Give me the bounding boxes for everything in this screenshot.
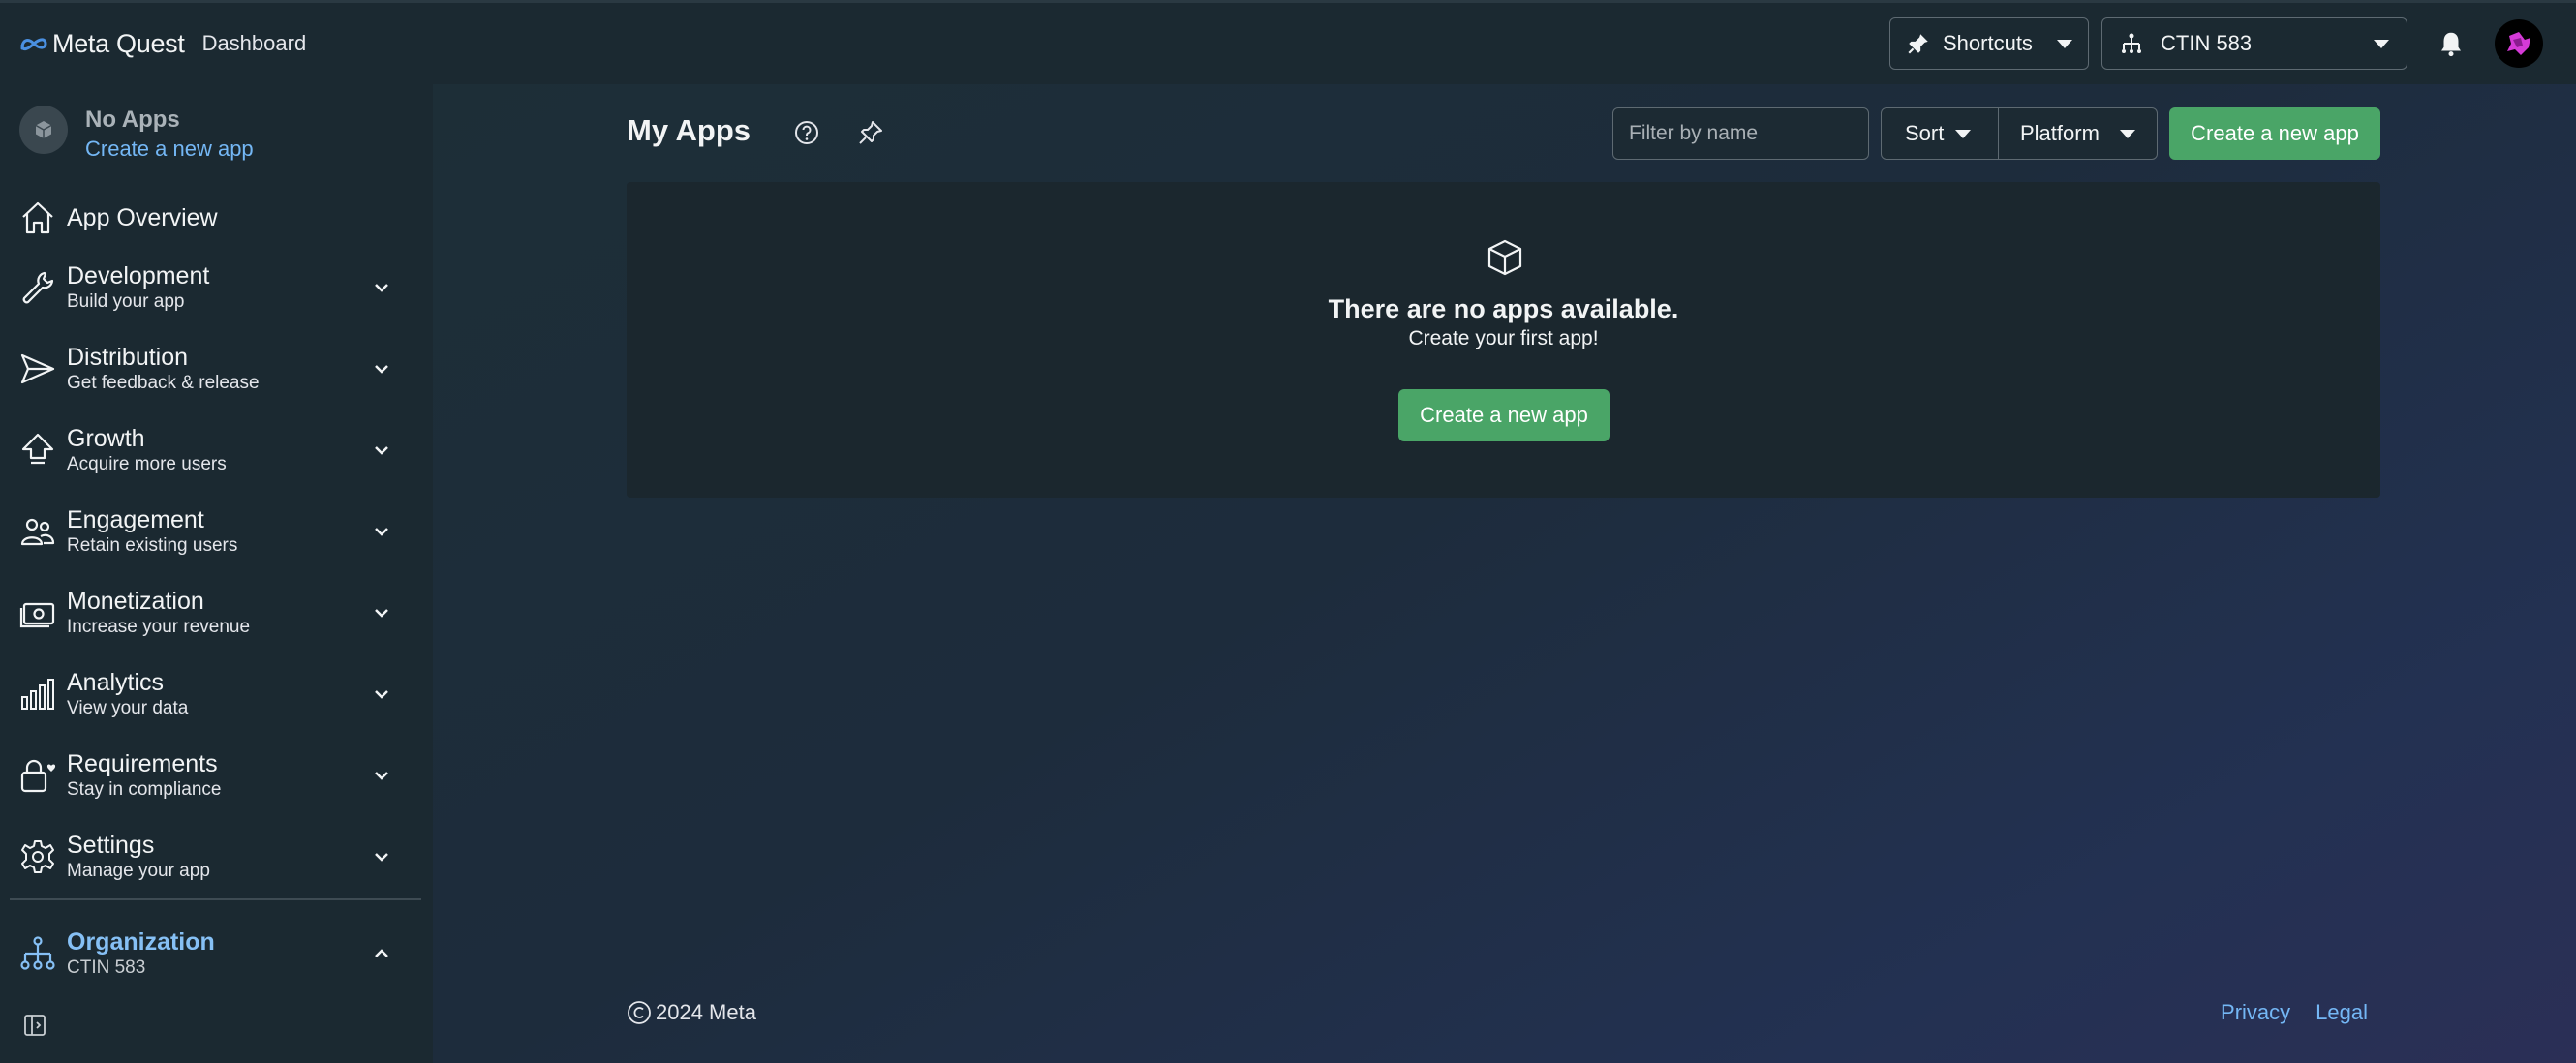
- sidebar-item-subtitle: CTIN 583: [67, 957, 146, 978]
- brand-name: Meta Quest: [52, 28, 185, 58]
- chevron-down-icon: [2374, 39, 2389, 48]
- user-avatar[interactable]: [2495, 19, 2543, 68]
- sidebar-item-subtitle: Increase your revenue: [67, 617, 251, 637]
- sidebar-item-analytics[interactable]: Analytics View your data: [0, 653, 433, 735]
- empty-state-card: There are no apps available. Create your…: [627, 182, 2380, 498]
- top-actions: Shortcuts CTIN 583: [1889, 3, 2576, 84]
- create-app-link[interactable]: Create a new app: [85, 135, 254, 164]
- sidebar-item-engagement[interactable]: Engagement Retain existing users: [0, 491, 433, 572]
- footer-copyright: 2024 Meta: [627, 1000, 756, 1025]
- brand[interactable]: Meta Quest Dashboard: [19, 29, 306, 59]
- footer-links: Privacy Legal: [2195, 1000, 2368, 1025]
- sidebar-item-organization[interactable]: Organization CTIN 583: [0, 913, 433, 994]
- chevron-down-icon: [375, 446, 388, 455]
- sidebar-item-subtitle: Acquire more users: [67, 454, 227, 474]
- sidebar-item-label: Analytics: [67, 669, 165, 696]
- sidebar-item-label: Organization: [67, 928, 215, 956]
- collapse-sidebar-icon[interactable]: [23, 1014, 46, 1037]
- sidebar-item-label: Settings: [67, 832, 155, 859]
- chevron-up-icon: [375, 949, 388, 957]
- chevron-down-icon: [2057, 39, 2072, 48]
- chevron-down-icon: [375, 609, 388, 618]
- chevron-down-icon: [2120, 129, 2135, 138]
- send-icon: [20, 353, 55, 384]
- main-content: My Apps Sort Platform Create a new app T…: [433, 84, 2576, 1063]
- sidebar-item-subtitle: View your data: [67, 698, 189, 718]
- chevron-down-icon: [375, 284, 388, 292]
- sidebar-item-subtitle: Retain existing users: [67, 535, 238, 556]
- sidebar-item-monetization[interactable]: Monetization Increase your revenue: [0, 572, 433, 653]
- chevron-down-icon: [375, 853, 388, 862]
- sidebar-item-label: Distribution: [67, 344, 189, 371]
- sort-label: Sort: [1905, 121, 1945, 145]
- help-icon[interactable]: [793, 119, 820, 146]
- org-hierarchy-icon: [20, 936, 55, 970]
- organization-select-value: CTIN 583: [2161, 31, 2253, 55]
- money-icon: [19, 602, 55, 628]
- create-first-app-button[interactable]: Create a new app: [1398, 389, 1610, 441]
- sidebar-item-label: Monetization: [67, 588, 204, 615]
- sidebar-item-label: Growth: [67, 425, 145, 452]
- organization-select[interactable]: CTIN 583: [2101, 17, 2407, 70]
- empty-state-title: There are no apps available.: [1328, 294, 1679, 323]
- sidebar: No Apps Create a new app App Overview De…: [0, 84, 433, 1063]
- sidebar-item-label: Requirements: [67, 750, 218, 777]
- sidebar-item-subtitle: Stay in compliance: [67, 779, 222, 800]
- bar-chart-icon: [21, 679, 54, 710]
- lock-icon: [20, 759, 56, 793]
- pin-icon: [1908, 34, 1928, 54]
- chevron-down-icon: [375, 365, 388, 374]
- sidebar-item-label: App Overview: [67, 204, 218, 231]
- sidebar-item-distribution[interactable]: Distribution Get feedback & release: [0, 328, 433, 410]
- app-status: No Apps Create a new app: [19, 106, 254, 164]
- sidebar-item-subtitle: Manage your app: [67, 861, 210, 881]
- filter-by-name-input[interactable]: [1612, 107, 1869, 160]
- sort-dropdown[interactable]: Sort: [1881, 107, 1999, 160]
- gear-icon: [21, 840, 54, 873]
- chevron-down-icon: [1955, 129, 1971, 138]
- legal-link[interactable]: Legal: [2315, 1000, 2368, 1025]
- users-icon: [20, 518, 55, 546]
- app-status-title: No Apps: [85, 106, 180, 133]
- sidebar-divider: [10, 898, 421, 900]
- top-bar: Meta Quest Dashboard Shortcuts CTIN 583: [0, 0, 2576, 84]
- page-title: My Apps: [627, 113, 751, 147]
- home-icon: [22, 201, 53, 234]
- copyright-text: 2024 Meta: [656, 1000, 756, 1024]
- sidebar-item-subtitle: Get feedback & release: [67, 373, 260, 393]
- sidebar-item-growth[interactable]: Growth Acquire more users: [0, 410, 433, 491]
- chevron-down-icon: [375, 772, 388, 780]
- avatar-image-icon: [2507, 32, 2530, 55]
- shortcuts-label: Shortcuts: [1943, 31, 2033, 55]
- copyright-icon: [628, 1001, 651, 1024]
- chevron-down-icon: [375, 690, 388, 699]
- pin-icon[interactable]: [857, 119, 884, 146]
- sidebar-item-label: Engagement: [67, 506, 204, 533]
- org-hierarchy-icon: [2122, 33, 2141, 53]
- wrench-icon: [22, 271, 54, 304]
- box-icon: [1487, 239, 1522, 276]
- sidebar-item-label: Development: [67, 262, 210, 289]
- sidebar-item-development[interactable]: Development Build your app: [0, 247, 433, 328]
- sidebar-item-settings[interactable]: Settings Manage your app: [0, 816, 433, 897]
- privacy-link[interactable]: Privacy: [2221, 1000, 2290, 1025]
- shortcuts-button[interactable]: Shortcuts: [1889, 17, 2089, 70]
- chevron-down-icon: [375, 528, 388, 536]
- empty-state-subtitle: Create your first app!: [1408, 327, 1599, 349]
- platform-label: Platform: [2020, 121, 2100, 145]
- growth-arrow-icon: [21, 433, 54, 465]
- sidebar-item-subtitle: Build your app: [67, 291, 185, 312]
- app-placeholder-icon: [19, 106, 68, 154]
- meta-logo-icon: [20, 38, 47, 51]
- brand-section: Dashboard: [201, 31, 307, 55]
- platform-dropdown[interactable]: Platform: [1998, 107, 2158, 160]
- create-new-app-button[interactable]: Create a new app: [2169, 107, 2380, 160]
- sidebar-item-requirements[interactable]: Requirements Stay in compliance: [0, 735, 433, 816]
- notifications-bell-icon[interactable]: [2437, 29, 2466, 58]
